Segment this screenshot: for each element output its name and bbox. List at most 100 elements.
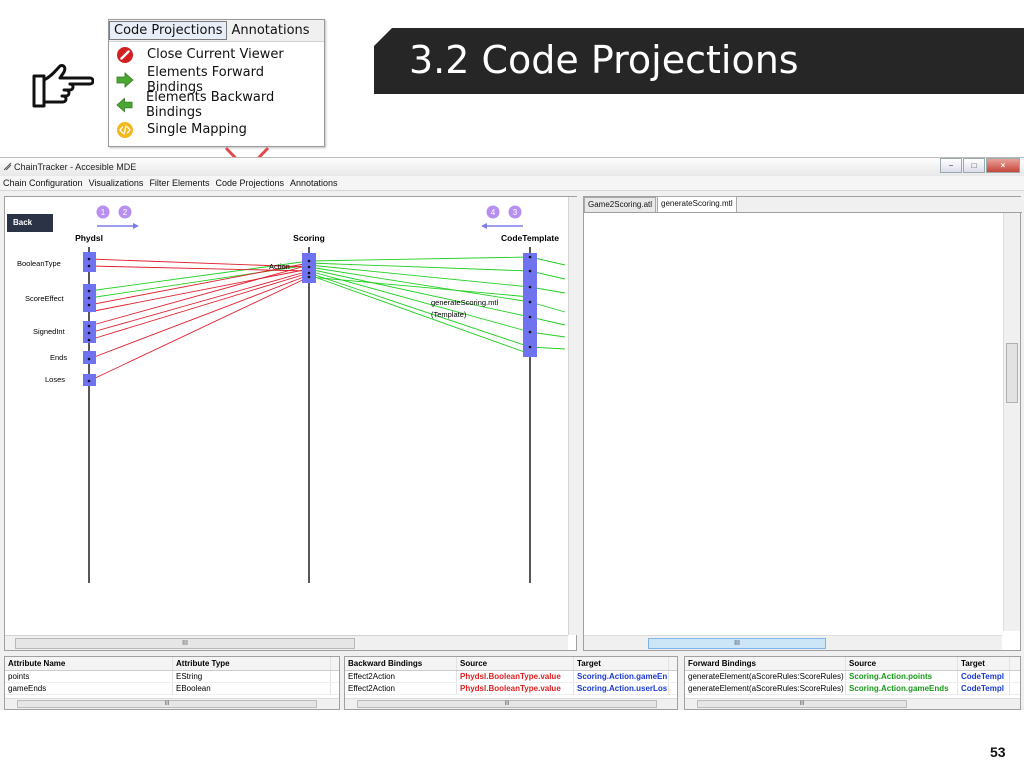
column-header[interactable]: Source [457,657,574,670]
editor-vertical-scrollbar[interactable] [1003,213,1020,631]
slide-title-banner: 3.2 Code Projections [374,28,1024,94]
table-horizontal-scrollbar[interactable]: III [5,698,339,709]
column-codetemplate: CodeTemplate [501,233,559,243]
column-scoring: Scoring [293,233,325,243]
badge-4: 4 [491,208,496,217]
navigation-badges-right[interactable]: 4 3 [481,205,523,230]
slide-title: 3.2 Code Projections [409,38,799,82]
column-header[interactable]: Backward Bindings [345,657,457,670]
editor-horizontal-scrollbar[interactable]: III [584,635,1002,650]
scroll-thumb[interactable]: III [17,700,317,708]
tab-game2scoring[interactable]: Game2Scoring.atl [584,197,657,212]
back-button[interactable]: Back [7,214,53,232]
column-header[interactable]: Source [846,657,958,670]
table-cell: points [5,671,173,682]
window-titlebar: ChainTracker - Accesible MDE − □ × [0,158,1024,176]
scroll-thumb[interactable]: III [357,700,657,708]
table-row[interactable]: Effect2Action Phydsl.BooleanType.value S… [345,683,677,695]
table-header: Attribute Name Attribute Type [5,657,339,671]
backward-arrow-icon [116,97,133,112]
slide: 3.2 Code Projections Code Projections An… [0,0,1024,768]
tab-generatescoring[interactable]: generateScoring.mtl [657,196,737,212]
element-loses: Loses [45,375,65,384]
diagram-horizontal-scrollbar[interactable]: III [5,635,568,650]
menu-item-close-current-viewer[interactable]: Close Current Viewer [109,42,324,67]
code-mapping-icon [117,121,133,138]
code-projections-menu-popup: Code Projections Annotations Close Curre… [108,19,325,147]
app-menubar: Chain Configuration Visualizations Filte… [0,176,1024,191]
table-cell: generateElement(aScoreRules:ScoreRules) [685,671,846,682]
scroll-thumb[interactable]: III [15,638,355,649]
diagram-vertical-scrollbar[interactable] [568,197,578,635]
template-label: generateScoring.mtl [431,298,498,307]
table-cell: Scoring.Action.gameEn [574,671,669,682]
chain-diagram: 1 2 4 3 Phydsl Scoring CodeTemplate Bool… [17,205,566,583]
table-cell: Effect2Action [345,671,457,682]
table-row[interactable]: points EString [5,671,339,683]
badge-3: 3 [513,208,518,217]
menu-code-projections[interactable]: Code Projections [212,178,287,188]
table-horizontal-scrollbar[interactable]: III [685,698,1020,709]
column-header[interactable]: Attribute Type [173,657,331,670]
table-cell: CodeTempl [958,671,1010,682]
pointing-hand-icon [32,64,94,108]
navigation-badges-left[interactable]: 1 2 [96,205,140,230]
table-horizontal-scrollbar[interactable]: III [345,698,677,709]
template-type-label: (Template) [431,310,467,319]
menu-chain-configuration[interactable]: Chain Configuration [0,178,86,188]
menu-item-label: Elements Backward Bindings [146,89,275,120]
table-cell: Phydsl.BooleanType.value [457,683,574,694]
table-row[interactable]: gameEnds EBoolean [5,683,339,695]
chain-diagram-panel: 1 2 4 3 Phydsl Scoring CodeTemplate Bool… [4,196,578,651]
table-row[interactable]: generateElement(aScoreRules:ScoreRules) … [685,671,1020,683]
table-cell: Phydsl.BooleanType.value [457,671,574,682]
popup-menubar: Code Projections Annotations [109,20,324,42]
scroll-thumb[interactable] [1006,343,1018,403]
backward-bindings-table: Backward Bindings Source Target Effect2A… [344,656,678,710]
element-ends: Ends [50,353,67,362]
table-row[interactable]: generateElement(aScoreRules:ScoreRules) … [685,683,1020,695]
column-header[interactable]: Target [574,657,669,670]
code-editor-panel: Game2Scoring.atl generateScoring.mtl III [583,196,1022,651]
table-cell: Scoring.Action.userLos [574,683,669,694]
page-number: 53 [990,744,1006,760]
table-header: Forward Bindings Source Target [685,657,1020,671]
app-icon [3,162,12,171]
column-header[interactable]: Forward Bindings [685,657,846,670]
close-viewer-icon [117,46,133,63]
popup-tab-code-projections[interactable]: Code Projections [109,21,228,40]
table-cell: EString [173,671,331,682]
backward-binding-links [88,258,310,382]
table-cell: Effect2Action [345,683,457,694]
forward-bindings-table: Forward Bindings Source Target generateE… [684,656,1021,710]
table-cell: gameEnds [5,683,173,694]
table-cell: EBoolean [173,683,331,694]
scroll-thumb[interactable]: III [648,638,826,649]
window-controls: − □ × [939,158,1020,173]
column-header[interactable]: Attribute Name [5,657,173,670]
menu-item-elements-forward-bindings[interactable]: Elements Forward Bindings [109,65,324,95]
close-button[interactable]: × [986,158,1020,173]
menu-item-single-mapping[interactable]: Single Mapping [109,117,324,142]
table-cell: CodeTempl [958,683,1010,694]
table-header: Backward Bindings Source Target [345,657,677,671]
menu-item-label: Single Mapping [147,122,247,137]
chaintracker-window: ChainTracker - Accesible MDE − □ × Chain… [0,157,1024,710]
menu-annotations[interactable]: Annotations [287,178,341,188]
menu-visualizations[interactable]: Visualizations [86,178,147,188]
menu-filter-elements[interactable]: Filter Elements [146,178,212,188]
code-text-area[interactable] [584,213,1002,631]
scroll-thumb[interactable]: III [697,700,907,708]
maximize-button[interactable]: □ [963,158,985,173]
element-action: Action [269,262,290,271]
minimize-button[interactable]: − [940,158,962,173]
column-header[interactable]: Target [958,657,1010,670]
menu-item-elements-backward-bindings[interactable]: Elements Backward Bindings [109,89,324,120]
menu-item-label: Close Current Viewer [147,47,284,62]
codetemplate-node[interactable] [523,253,537,357]
table-cell: Scoring.Action.gameEnds [846,683,958,694]
element-scoreeffect: ScoreEffect [25,294,65,303]
table-row[interactable]: Effect2Action Phydsl.BooleanType.value S… [345,671,677,683]
editor-tabs: Game2Scoring.atl generateScoring.mtl [584,196,1022,213]
popup-tab-annotations[interactable]: Annotations [227,22,313,39]
